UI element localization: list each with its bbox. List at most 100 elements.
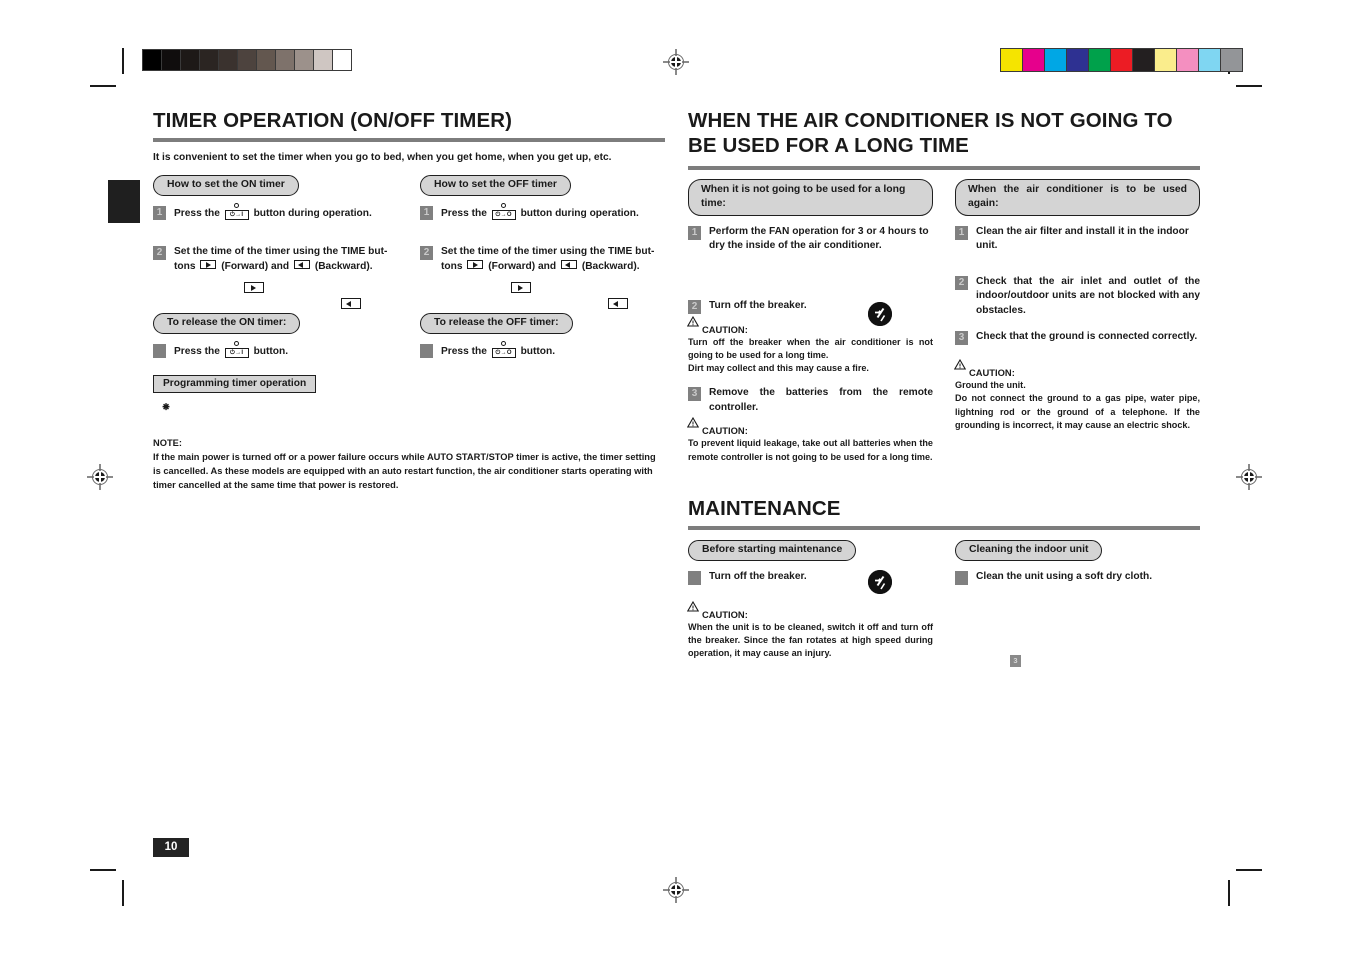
- figure-marker-number: 3: [1010, 655, 1021, 667]
- on-timer-step-2: 2 Set the time of the timer using the TI…: [153, 245, 398, 274]
- programming-timer-operation-box: Programming timer operation: [153, 375, 317, 394]
- timer-section-lead: It is convenient to set the timer when y…: [153, 152, 612, 163]
- chapter-tab-marker: [108, 180, 140, 223]
- grayscale-swatch: [294, 50, 313, 70]
- step-number: 2: [955, 275, 968, 290]
- time-forward-button-icon-large: [244, 282, 264, 294]
- not-used-step-2: 2 Turn off the breaker.: [688, 299, 933, 314]
- step-number: 1: [688, 225, 701, 240]
- time-forward-button-icon: [200, 259, 217, 269]
- not-used-step-3: 3 Remove the batteries from the remote c…: [688, 386, 933, 415]
- off-timer-button-label: ⏻→O: [491, 347, 516, 358]
- step-text: Check that the ground is connected corre…: [976, 331, 1198, 343]
- warning-triangle-icon: [687, 315, 699, 334]
- warning-triangle-icon: [954, 359, 966, 377]
- not-used-heading: When it is not going to be used for a lo…: [688, 179, 933, 216]
- color-swatch: [1198, 49, 1220, 71]
- left-column: TIMER OPERATION (ON/OFF TIMER) It is con…: [153, 108, 665, 492]
- page-number: 10: [153, 838, 189, 857]
- release-text-part-b: button.: [520, 345, 556, 357]
- on-timer-step-1: 1 Press the ⏻→I button during operation.: [153, 202, 398, 221]
- grayscale-swatch: [332, 50, 351, 70]
- release-text-part-a: Press the: [174, 345, 220, 357]
- color-swatch: [1022, 49, 1044, 71]
- step-number-blank: [955, 570, 968, 585]
- caution-text: Ground the unit. Do not connect the grou…: [955, 380, 1200, 430]
- used-again-heading: When the air conditioner is to be used a…: [955, 179, 1200, 216]
- step-number: 2: [420, 246, 433, 261]
- trim-mark-top-right-horizontal: [1236, 85, 1262, 87]
- step-text: Turn off the breaker.: [709, 570, 807, 582]
- cleaning-indoor-unit-block: Cleaning the indoor unit Clean the unit …: [955, 539, 1200, 661]
- step-text-part-a: Press the: [441, 207, 487, 219]
- long-time-columns: When it is not going to be used for a lo…: [687, 179, 1200, 464]
- section-rule: [688, 525, 1200, 530]
- grayscale-swatch: [199, 50, 218, 70]
- before-maintenance-step: Turn off the breaker.: [688, 570, 933, 585]
- off-timer-step-2: 2 Set the time of the timer using the TI…: [420, 245, 665, 274]
- on-timer-release-step: Press the ⏻→I button.: [153, 340, 398, 359]
- trim-mark-bottom-right-horizontal: [1236, 869, 1262, 871]
- registration-mark-right: [1236, 464, 1262, 490]
- step-text-part-forward: (Forward) and: [221, 260, 290, 272]
- step-text: Remove the batteries from the remote con…: [709, 387, 933, 413]
- caution-heading: CAUTION:: [687, 315, 933, 335]
- on-timer-heading: How to set the ON timer: [153, 174, 299, 196]
- step-text: Press the ⏻→O button during operation.: [441, 202, 639, 221]
- step-number: 3: [688, 387, 701, 402]
- step-text: Turn off the breaker.: [709, 299, 807, 311]
- breaker-off-icon: [868, 570, 892, 594]
- caution-text: To prevent liquid leakage, take out all …: [688, 438, 933, 462]
- on-timer-button-icon: ⏻→I: [224, 340, 249, 358]
- on-timer-button-icon: ⏻→I: [224, 202, 249, 220]
- step-text: Press the ⏻→I button during operation.: [174, 202, 372, 221]
- step-text-part-a: Press the: [174, 207, 220, 219]
- breaker-off-icon: [868, 302, 892, 326]
- trim-mark-top-left-horizontal: [90, 85, 116, 87]
- step-text: Set the time of the timer using the TIME…: [174, 245, 387, 274]
- caution-label: CAUTION:: [702, 425, 748, 437]
- step-text-part-tons: tons: [441, 260, 463, 272]
- before-maintenance-heading: Before starting maintenance: [688, 539, 857, 561]
- step-number: 1: [420, 205, 433, 220]
- registration-mark-top-center: [663, 49, 689, 75]
- maintenance-columns: Before starting maintenance Turn off the…: [687, 539, 1200, 661]
- color-swatch: [1044, 49, 1066, 71]
- timer-note: NOTE: If the main power is turned off or…: [153, 437, 665, 492]
- grayscale-swatch: [143, 50, 161, 70]
- note-text: If the main power is turned off or a pow…: [153, 452, 656, 490]
- warning-triangle-icon: [687, 600, 699, 619]
- step-number: 3: [955, 331, 968, 346]
- caution-heading: CAUTION:: [954, 359, 1200, 379]
- off-timer-button-label: ⏻→O: [491, 209, 516, 220]
- off-timer-step-1: 1 Press the ⏻→O button during operation.: [420, 202, 665, 221]
- step-number-blank: [688, 570, 701, 585]
- step-text-part-b: button during operation.: [253, 207, 372, 219]
- cleaning-indoor-unit-heading: Cleaning the indoor unit: [955, 539, 1103, 561]
- not-used-step-1: 1 Perform the FAN operation for 3 or 4 h…: [688, 225, 933, 254]
- step-text: Press the ⏻→I button.: [174, 340, 288, 359]
- color-swatch: [1132, 49, 1154, 71]
- off-timer-button-icon: ⏻→O: [491, 340, 516, 358]
- on-timer-button-label: ⏻→I: [224, 347, 249, 358]
- caution-label: CAUTION:: [969, 367, 1015, 379]
- section-rule: [688, 166, 1200, 170]
- before-maintenance-block: Before starting maintenance Turn off the…: [687, 539, 933, 661]
- step-text-part-b: button during operation.: [520, 207, 639, 219]
- color-swatch: [1176, 49, 1198, 71]
- timer-columns: How to set the ON timer 1 Press the ⏻→I …: [153, 174, 665, 394]
- grayscale-swatch: [180, 50, 199, 70]
- step-text: Clean the air filter and install it in t…: [976, 225, 1189, 252]
- grayscale-swatch: [256, 50, 275, 70]
- color-calibration-bar: [1000, 48, 1243, 72]
- off-timer-release-step: Press the ⏻→O button.: [420, 340, 665, 359]
- color-swatch: [1088, 49, 1110, 71]
- color-swatch: [1220, 49, 1242, 71]
- step-number: 1: [955, 225, 968, 240]
- step-number-blank: [153, 343, 166, 358]
- step-text-part-backward: (Backward).: [314, 260, 373, 272]
- on-timer-release-heading: To release the ON timer:: [153, 313, 301, 334]
- time-forward-button-icon: [467, 259, 484, 269]
- step-text: Clean the unit using a soft dry cloth.: [976, 570, 1153, 582]
- trim-mark-top-left-vertical: [122, 48, 124, 74]
